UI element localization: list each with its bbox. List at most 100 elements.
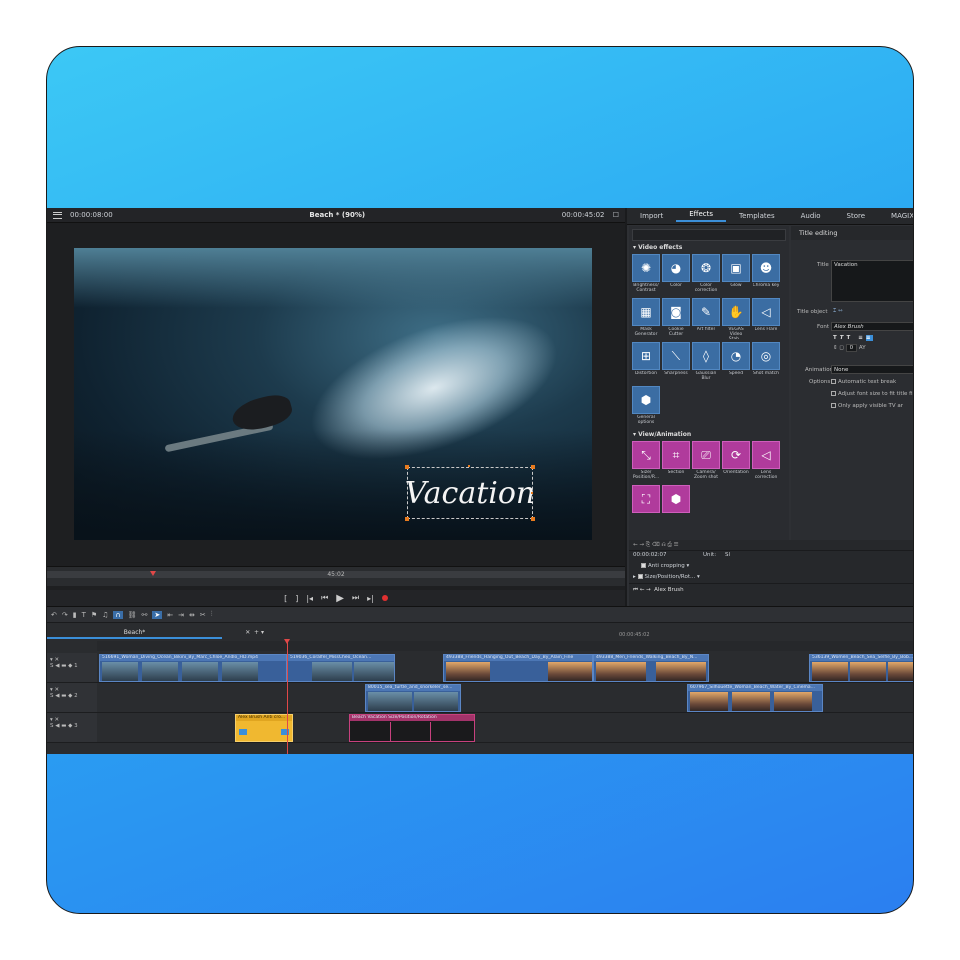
video-clip[interactable]: 493388_Men_Friends_Walking_Beach_By_N... (593, 654, 709, 682)
title-text-input[interactable]: Vacation (831, 260, 913, 302)
record-icon[interactable] (381, 595, 388, 601)
audio-icon[interactable]: ♫ (102, 611, 108, 619)
option-visible-tv-area[interactable]: Only apply visible TV ar (831, 403, 903, 409)
title-clip[interactable]: Alex Brush Anti cro... (235, 714, 293, 742)
effect-section[interactable]: ⌗ Section (662, 441, 690, 483)
bottom-font-row[interactable]: ⏮ ← → Alex Brush (629, 583, 913, 595)
checkbox[interactable] (637, 574, 643, 579)
effect-brightness-contrast[interactable]: ✺ Brightness/ Contrast (632, 254, 660, 296)
mark-in-icon[interactable]: [ (284, 594, 287, 603)
checkbox[interactable] (831, 379, 836, 384)
marker-icon[interactable]: ⚑ (91, 611, 97, 619)
split-icon[interactable]: ⇥ (178, 611, 184, 619)
next-marker-icon[interactable]: ▸| (367, 594, 374, 603)
mixer-icon[interactable]: ⫶ (211, 610, 213, 619)
scrubber-marker[interactable] (150, 571, 156, 576)
preview-scrubber[interactable]: 45:02 (47, 566, 625, 586)
effect-camera-zoom[interactable]: ⎚ Camera/ Zoom shot (692, 441, 720, 483)
resize-handle[interactable] (468, 465, 470, 467)
trim-icon[interactable]: ⇹ (189, 611, 195, 619)
keyframe-row-size-position[interactable]: ▸ Size/Position/Rot... ▾ (629, 572, 913, 583)
tab-templates[interactable]: Templates (726, 212, 788, 220)
scrubber-bar[interactable]: 45:02 (47, 571, 625, 578)
checkbox[interactable] (641, 563, 646, 568)
effect-orientation[interactable]: ⟳ Orientation (722, 441, 750, 483)
maximize-icon[interactable]: ☐ (613, 211, 619, 219)
keyframe-row-anti-cropping[interactable]: Anti cropping ▾ (629, 561, 913, 572)
redo-icon[interactable]: ↷ (62, 611, 68, 619)
effect-gaussian-blur[interactable]: ◊ Gaussian Blur (692, 342, 720, 384)
resize-handle[interactable] (405, 517, 409, 521)
title-overlay[interactable]: Vacation (405, 467, 535, 519)
tab-store[interactable]: Store (834, 212, 879, 220)
effect-general-animation[interactable]: ⬢ (662, 485, 690, 527)
effect-transform[interactable]: ⛶ (632, 485, 660, 527)
jump-end-icon[interactable]: ⏭ (352, 593, 359, 603)
tab-effects[interactable]: Effects (676, 210, 727, 222)
tab-magix-hub[interactable]: MAGIX Hub (878, 212, 913, 220)
effect-lens-correction[interactable]: ◁ Lens correction (752, 441, 780, 483)
video-clip[interactable]: 80015_sea_turtle_and_snorkeler_se... (365, 684, 461, 712)
effect-color[interactable]: ◕ Color (662, 254, 690, 296)
effect-art-filter[interactable]: ✎ Art filter (692, 298, 720, 340)
option-auto-text-break[interactable]: Automatic text break (831, 379, 896, 385)
video-clip[interactable]: 519036_Coralfel_MissCheo_Ocean... (287, 654, 395, 682)
ripple-icon[interactable]: ⇤ (167, 611, 173, 619)
effect-cookie-cutter[interactable]: ◙ Cookie Cutter (662, 298, 690, 340)
option-adjust-font-size[interactable]: Adjust font size to fit title fi (831, 391, 913, 397)
keyframe-toolbar[interactable]: ← → ⎘ ⌫ ⎌ ⎙ ☰ (629, 540, 913, 551)
video-effects-header[interactable]: ▾ Video effects (629, 241, 789, 254)
effect-size-position[interactable]: ⤡ Size/ Position/R... (632, 441, 660, 483)
cut-icon[interactable]: ✂ (200, 611, 206, 619)
effects-search-input[interactable] (632, 229, 786, 241)
effect-color-correction[interactable]: ❂ Color correction (692, 254, 720, 296)
video-clip[interactable]: 516691_Woman_Diving_Ocean_Bikini_By_Marc… (99, 654, 287, 682)
font-style-buttons[interactable]: TTT ≡≡ (833, 335, 874, 341)
effect-video-stabilization[interactable]: ✋VEGAS Video Stab... (722, 298, 750, 340)
menu-icon[interactable] (53, 211, 62, 219)
link-icon[interactable]: ⛓ (128, 611, 137, 619)
checkbox[interactable] (831, 403, 836, 408)
video-clip[interactable]: 536139_Women_Beach_Sea_Selfie_By_Bob... (809, 654, 913, 682)
play-icon[interactable]: ▶ (336, 593, 344, 604)
effect-distortion[interactable]: ⊞ Distortion (632, 342, 660, 384)
video-clip[interactable]: 607967_Silhouette_Woman_Beach_Water_By_C… (687, 684, 823, 712)
pointer-icon[interactable]: ➤ (152, 610, 163, 619)
playhead[interactable] (284, 639, 290, 754)
resize-handle[interactable] (531, 517, 535, 521)
effect-shot-match[interactable]: ◎ Shot match (752, 342, 780, 384)
effect-speed[interactable]: ◔ Speed (722, 342, 750, 384)
magnet-icon[interactable]: ∩ (113, 610, 123, 619)
resize-handle[interactable] (405, 465, 409, 469)
prev-marker-icon[interactable]: |◂ (306, 594, 313, 603)
font-size-input[interactable]: 0 (845, 344, 858, 352)
timeline-tab[interactable]: Beach* ✕ + ▾ (47, 627, 264, 639)
effect-sharpness[interactable]: ⟍ Sharpness (662, 342, 690, 384)
unlink-icon[interactable]: ⚯ (141, 611, 147, 619)
tab-actions[interactable]: ✕ + ▾ (245, 627, 264, 639)
effect-glow[interactable]: ▣ Glow (722, 254, 750, 296)
effect-mask-generator[interactable]: ▦ Mask Generator (632, 298, 660, 340)
effect-chroma-key[interactable]: ☻ Chroma key (752, 254, 780, 296)
video-clip[interactable]: 493388_Friends_Hanging_Out_Beach_Day_By_… (443, 654, 593, 682)
undo-icon[interactable]: ↶ (51, 611, 57, 619)
view-animation-header[interactable]: ▾ View/Animation (629, 428, 789, 441)
mark-out-icon[interactable]: ] (295, 594, 298, 603)
tab-audio[interactable]: Audio (788, 212, 834, 220)
title-clip[interactable]: Beach Vacation Size/Position/Rotation (349, 714, 475, 742)
delete-icon[interactable]: ▮ (73, 611, 77, 619)
keyframe-marker[interactable] (239, 729, 247, 735)
title-object-buttons[interactable]: ⌶ ⇿ (833, 308, 843, 315)
effect-lens-flare[interactable]: ◁ Lens Flare (752, 298, 780, 340)
effect-general-options[interactable]: ⬢ General options (632, 386, 660, 428)
font-select[interactable]: Alex Brush (831, 322, 913, 331)
font-size-row[interactable]: ⇕ ◻ 0 AY (833, 344, 866, 352)
resize-handle[interactable] (531, 465, 535, 469)
timeline-ruler[interactable]: 00:00:45:02 (97, 632, 913, 651)
tab-import[interactable]: Import (627, 212, 676, 220)
jump-start-icon[interactable]: ⏮ (321, 593, 328, 603)
unit-value[interactable]: Sl (725, 552, 730, 558)
checkbox[interactable] (831, 391, 836, 396)
resize-handle[interactable] (531, 492, 533, 494)
animation-select[interactable]: None (831, 365, 913, 374)
